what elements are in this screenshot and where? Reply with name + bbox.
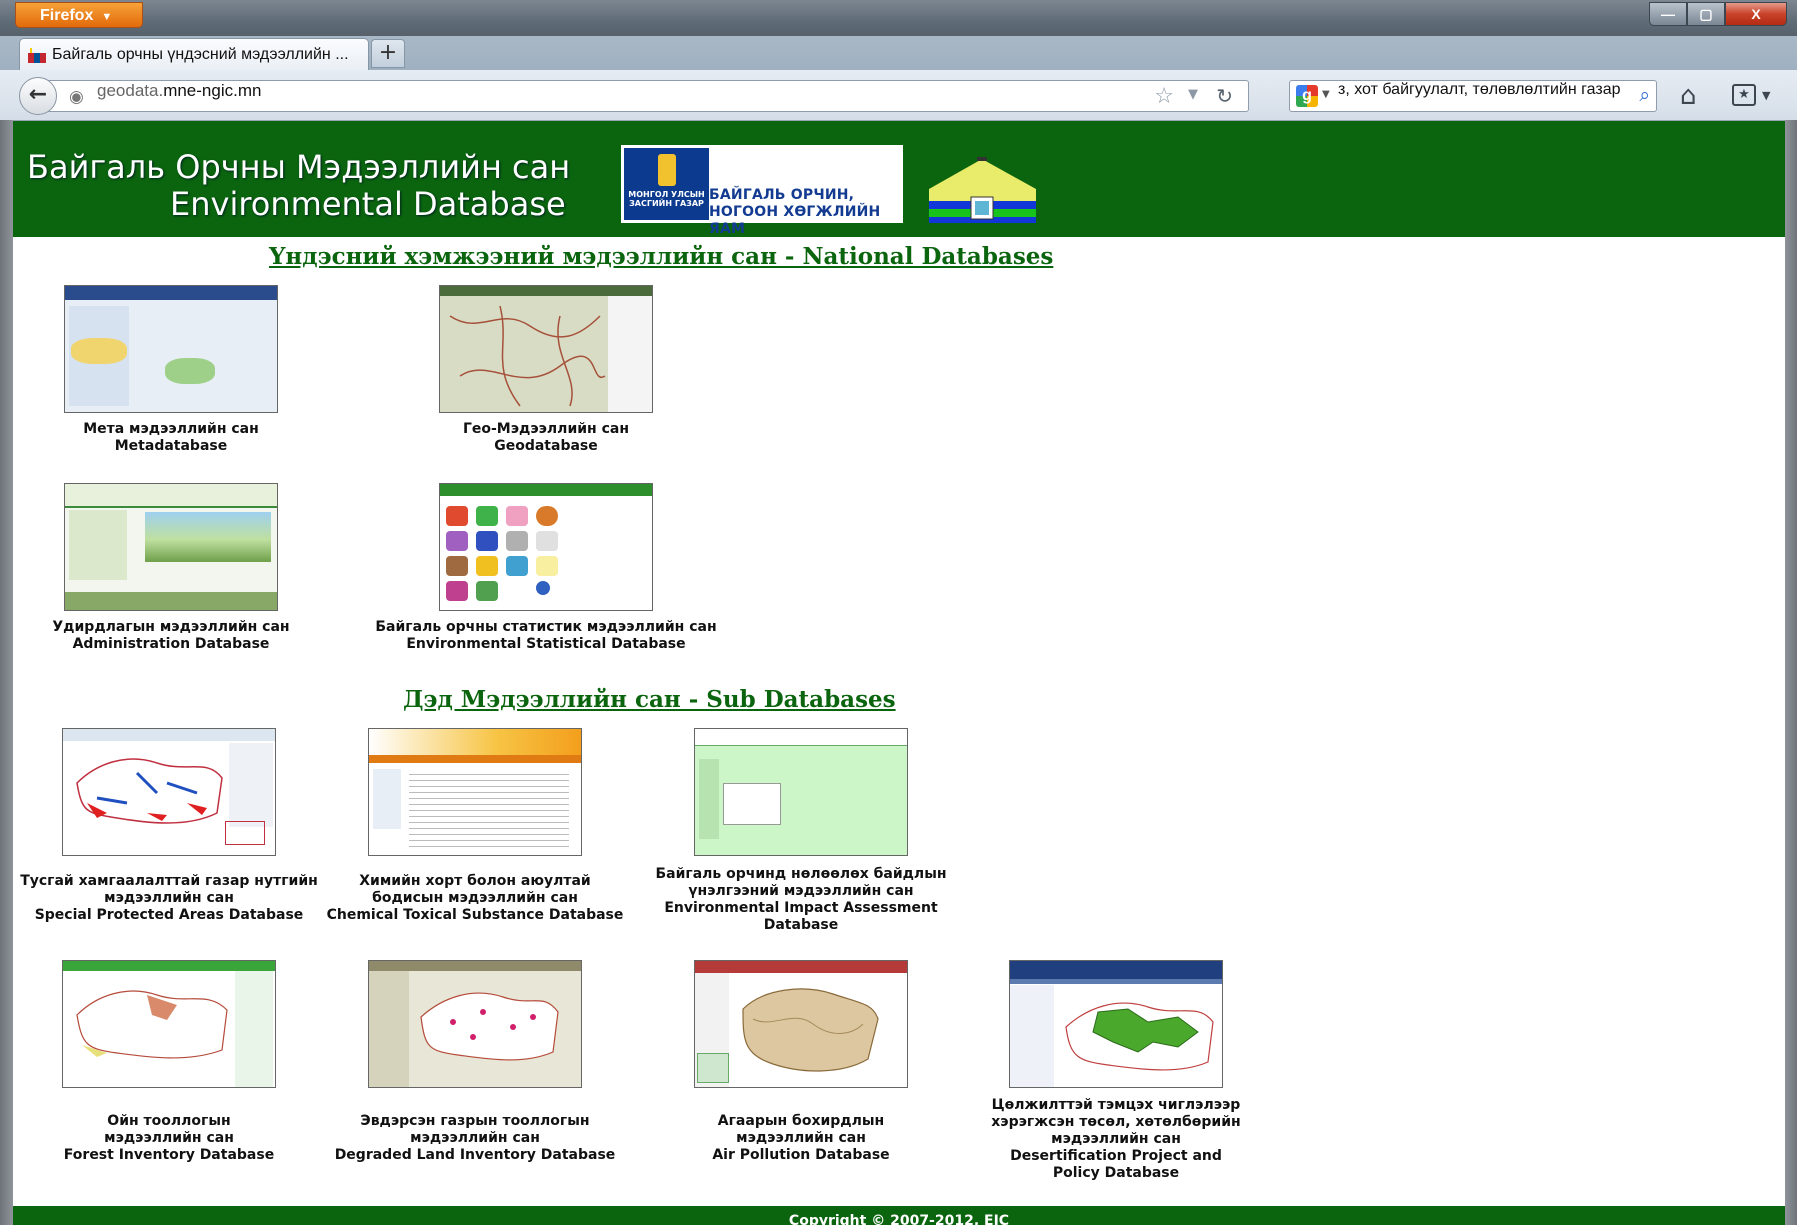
firefox-menu-label: Firefox bbox=[40, 7, 94, 24]
desertification-project-caption[interactable]: Цөлжилттэй тэмцэх чиглэлээр хэрэгжсэн төс… bbox=[963, 1097, 1269, 1182]
bookmarks-dropdown-icon[interactable]: ▼ bbox=[1762, 89, 1770, 102]
chemical-toxical-substance-thumbnail[interactable] bbox=[368, 728, 582, 856]
bookmark-star-icon[interactable]: ☆ bbox=[1154, 84, 1174, 109]
chemical-toxical-substance-caption[interactable]: Химийн хорт болон аюултай бодисын мэдээлл… bbox=[318, 873, 632, 924]
browser-tab-active[interactable]: Байгаль орчны үндэсний мэдээллийн ... bbox=[19, 38, 369, 72]
ger-logo-icon bbox=[929, 157, 1036, 223]
special-protected-areas-caption[interactable]: Тусгай хамгаалалттай газар нутгийн мэдээл… bbox=[13, 873, 325, 924]
back-button[interactable]: ← bbox=[19, 77, 57, 115]
desertification-project-thumbnail[interactable] bbox=[1009, 960, 1223, 1088]
search-input[interactable]: з, хот байгуулалт, төлөвлөлтийн газар bbox=[1338, 81, 1628, 99]
reload-icon[interactable]: ↻ bbox=[1216, 84, 1233, 108]
degraded-land-inventory-thumbnail[interactable] bbox=[368, 960, 582, 1088]
site-header: Байгаль Орчны Мэдээллийн сан Environment… bbox=[13, 121, 1785, 237]
metadatabase-caption[interactable]: Мета мэдээллийн сан Metadatabase bbox=[21, 421, 321, 455]
window-frame-left bbox=[0, 120, 13, 1225]
special-protected-areas-thumbnail[interactable] bbox=[62, 728, 276, 856]
window-frame-right bbox=[1785, 120, 1797, 1225]
bookmarks-icon[interactable]: ★ bbox=[1732, 84, 1756, 106]
tab-strip: Байгаль орчны үндэсний мэдээллийн ... + bbox=[0, 36, 1797, 72]
firefox-menu-button[interactable]: Firefox ▼ bbox=[15, 2, 143, 28]
history-dropdown-icon[interactable]: ▼ bbox=[1188, 87, 1198, 102]
window-controls: — ▢ X bbox=[1649, 2, 1787, 26]
sub-databases-title[interactable]: Дэд Мэдээллийн сан - Sub Databases bbox=[403, 686, 896, 713]
administration-database-thumbnail[interactable] bbox=[64, 483, 278, 611]
administration-database-caption[interactable]: Удирдлагын мэдээллийн сан Administration … bbox=[21, 619, 321, 653]
ministry-name: БАЙГАЛЬ ОРЧИН, НОГООН ХӨГЖЛИЙН ЯАМ bbox=[709, 187, 881, 237]
environmental-statistical-database-thumbnail[interactable] bbox=[439, 483, 653, 611]
site-identity-icon[interactable]: ◉ bbox=[69, 87, 84, 107]
maximize-button[interactable]: ▢ bbox=[1687, 2, 1725, 26]
geodatabase-thumbnail[interactable] bbox=[439, 285, 653, 413]
navigation-toolbar: ◉ geodata.mne-ngic.mn ☆ ▼ ↻ ← g ▼ з, хот… bbox=[0, 70, 1797, 121]
environmental-impact-assessment-caption[interactable]: Байгаль орчинд нөлөөлөх байдлын үнэлгээни… bbox=[649, 866, 953, 934]
air-pollution-thumbnail[interactable] bbox=[694, 960, 908, 1088]
close-button[interactable]: X bbox=[1725, 2, 1787, 26]
search-bar[interactable]: g ▼ з, хот байгуулалт, төлөвлөлтийн газа… bbox=[1289, 80, 1657, 112]
site-title-en: Environmental Database bbox=[170, 185, 566, 223]
new-tab-button[interactable]: + bbox=[371, 39, 405, 68]
search-engine-dropdown-icon[interactable]: ▼ bbox=[1322, 89, 1330, 100]
page-footer: Copyright © 2007-2012, EIC bbox=[13, 1206, 1785, 1225]
state-emblem-icon: МОНГОЛ УЛСЫН ЗАСГИЙН ГАЗАР bbox=[624, 148, 709, 220]
site-title-mn: Байгаль Орчны Мэдээллийн сан bbox=[27, 148, 571, 186]
search-icon[interactable]: ⌕ bbox=[1639, 84, 1650, 106]
environmental-impact-assessment-thumbnail[interactable] bbox=[694, 728, 908, 856]
window-titlebar: Firefox ▼ — ▢ X bbox=[0, 0, 1797, 36]
air-pollution-caption[interactable]: Агаарын бохирдлын мэдээллийн сан Air Pollu… bbox=[649, 1113, 953, 1164]
degraded-land-inventory-caption[interactable]: Эвдэрсэн газрын тооллогын мэдээллийн сан D… bbox=[318, 1113, 632, 1164]
google-search-engine-icon[interactable]: g bbox=[1296, 85, 1318, 107]
page-content: Байгаль Орчны Мэдээллийн сан Environment… bbox=[13, 121, 1785, 1225]
url-text[interactable]: geodata.mne-ngic.mn bbox=[97, 81, 261, 101]
environmental-statistical-database-caption[interactable]: Байгаль орчны статистик мэдээллийн сан En… bbox=[361, 619, 731, 653]
forest-inventory-thumbnail[interactable] bbox=[62, 960, 276, 1088]
metadatabase-thumbnail[interactable] bbox=[64, 285, 278, 413]
home-icon[interactable]: ⌂ bbox=[1680, 81, 1697, 111]
geodatabase-caption[interactable]: Гео-Мэдээллийн сан Geodatabase bbox=[396, 421, 696, 455]
mongolian-flag-icon bbox=[28, 48, 46, 63]
forest-inventory-caption[interactable]: Ойн тооллогын мэдээллийн сан Forest Invent… bbox=[13, 1113, 325, 1164]
ministry-logo[interactable]: МОНГОЛ УЛСЫН ЗАСГИЙН ГАЗАР БАЙГАЛЬ ОРЧИН… bbox=[621, 145, 903, 237]
chevron-down-icon: ▼ bbox=[101, 11, 113, 23]
minimize-button[interactable]: — bbox=[1649, 2, 1687, 26]
tab-title: Байгаль орчны үндэсний мэдээллийн ... bbox=[52, 46, 349, 63]
url-bar[interactable]: ◉ geodata.mne-ngic.mn ☆ ▼ ↻ bbox=[44, 80, 1249, 112]
national-databases-title[interactable]: Үндэсний хэмжээний мэдээллийн сан - Nati… bbox=[269, 243, 1053, 270]
